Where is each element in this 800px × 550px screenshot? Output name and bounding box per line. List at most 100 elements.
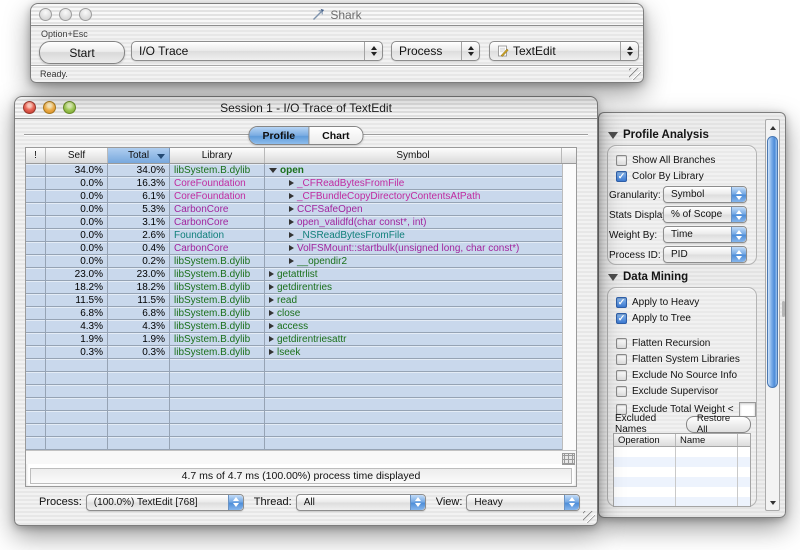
table-row[interactable]	[26, 411, 562, 424]
checked-checkbox[interactable]	[616, 171, 627, 182]
table-row[interactable]: 1.9% 1.9% libSystem.B.dylib getdirentriesat…	[26, 333, 562, 346]
tab-chart[interactable]: Chart	[309, 127, 363, 144]
close-button[interactable]	[23, 101, 36, 114]
drawer-popup[interactable]: % of Scope	[663, 206, 747, 223]
scroll-up-arrow[interactable]	[766, 121, 779, 134]
data-mining-header[interactable]: Data Mining	[608, 271, 688, 283]
table-row[interactable]	[26, 437, 562, 450]
disclosure-down-icon[interactable]	[608, 131, 618, 139]
popup-label: Stats Display:	[609, 209, 671, 221]
disclosure-triangle-icon[interactable]	[289, 232, 294, 238]
minimize-button[interactable]	[43, 101, 56, 114]
table-row[interactable]: 18.2% 18.2% libSystem.B.dylib getdirentries	[26, 281, 562, 294]
symbol-column-header[interactable]: Symbol	[265, 148, 562, 163]
disclosure-triangle-icon[interactable]	[269, 271, 274, 277]
checked-checkbox[interactable]	[616, 297, 627, 308]
table-row[interactable]: 0.0% 16.3% CoreFoundation _CFReadBytesFromF…	[26, 177, 562, 190]
popup-stepper-icon	[227, 494, 243, 510]
unchecked-checkbox[interactable]	[616, 370, 627, 381]
table-row[interactable]: 0.0% 2.6% Foundation _NSReadBytesFromFile	[26, 229, 562, 242]
checkbox-row: Color By Library	[616, 171, 756, 182]
table-row[interactable]: 11.5% 11.5% libSystem.B.dylib read	[26, 294, 562, 307]
disclosure-triangle-icon[interactable]	[269, 310, 274, 316]
table-row[interactable]	[26, 424, 562, 437]
total-column-header[interactable]: Total	[108, 148, 170, 163]
vertical-scrollbar-track[interactable]	[562, 164, 576, 450]
thread-popup[interactable]: All	[295, 493, 426, 511]
table-row[interactable]: 0.3% 0.3% libSystem.B.dylib lseek	[26, 346, 562, 359]
disclosure-triangle-icon[interactable]	[289, 193, 294, 199]
zoom-button[interactable]	[79, 8, 92, 21]
symbol-label: getdirentriesattr	[277, 333, 347, 345]
zoom-button[interactable]	[63, 101, 76, 114]
scroll-down-arrow[interactable]	[766, 496, 779, 509]
disclosure-triangle-icon[interactable]	[289, 245, 294, 251]
config-popup[interactable]: I/O Trace	[131, 41, 383, 61]
shark-titlebar[interactable]: Shark	[31, 4, 643, 26]
target-popup[interactable]: Process	[391, 41, 480, 61]
restore-all-button[interactable]: Restore All	[685, 413, 751, 435]
symbol-label: getattrlist	[277, 268, 318, 280]
operation-column-header[interactable]: Operation	[614, 434, 676, 446]
minimize-button[interactable]	[59, 8, 72, 21]
table-row[interactable]	[26, 385, 562, 398]
table-row[interactable]: 34.0% 34.0% libSystem.B.dylib open	[26, 164, 562, 177]
process-select-popup[interactable]: TextEdit	[489, 41, 639, 61]
shark-harpoon-icon	[313, 8, 325, 20]
table-row[interactable]	[26, 359, 562, 372]
self-cell: 0.3%	[46, 346, 108, 358]
profile-analysis-header[interactable]: Profile Analysis	[608, 129, 709, 141]
disclosure-triangle-icon[interactable]	[289, 219, 294, 225]
disclosure-triangle-icon[interactable]	[269, 349, 274, 355]
unchecked-checkbox[interactable]	[616, 155, 627, 166]
checked-checkbox[interactable]	[616, 313, 627, 324]
flag-column-header[interactable]: !	[26, 148, 46, 163]
resize-grip[interactable]	[629, 68, 641, 80]
disclosure-triangle-icon[interactable]	[269, 284, 274, 290]
drawer-popup[interactable]: PID	[663, 246, 747, 263]
popup-stepper-icon	[364, 42, 382, 60]
disclosure-triangle-icon[interactable]	[269, 297, 274, 303]
table-row[interactable]: 0.0% 3.1% CarbonCore open_validfd(char cons…	[26, 216, 562, 229]
symbol-cell: VolFSMount::startbulk(unsigned long, cha…	[265, 242, 562, 254]
start-button[interactable]: Start	[39, 41, 125, 64]
table-row[interactable]: 0.0% 0.4% CarbonCore VolFSMount::startbulk(…	[26, 242, 562, 255]
view-popup[interactable]: Heavy	[466, 493, 581, 511]
close-button[interactable]	[39, 8, 52, 21]
library-column-header[interactable]: Library	[170, 148, 265, 163]
flag-cell	[26, 411, 46, 423]
table-row[interactable]	[26, 398, 562, 411]
drawer-popup[interactable]: Time	[663, 226, 747, 243]
resize-grip[interactable]	[583, 511, 595, 523]
symbol-cell	[265, 398, 562, 410]
drawer-resize-handle[interactable]	[782, 301, 785, 317]
table-row[interactable]: 0.0% 0.2% libSystem.B.dylib __opendir2	[26, 255, 562, 268]
table-row[interactable]: 4.3% 4.3% libSystem.B.dylib access	[26, 320, 562, 333]
name-column-header[interactable]: Name	[676, 434, 738, 446]
process-popup[interactable]: (100.0%) TextEdit [768]	[85, 493, 244, 511]
excluded-names-table[interactable]: Operation Name	[613, 433, 751, 507]
table-row[interactable]: 0.0% 5.3% CarbonCore CCFSafeOpen	[26, 203, 562, 216]
unchecked-checkbox[interactable]	[616, 354, 627, 365]
disclosure-triangle-icon[interactable]	[269, 323, 274, 329]
disclosure-triangle-icon[interactable]	[269, 167, 277, 173]
unchecked-checkbox[interactable]	[616, 338, 627, 349]
drawer-scrollbar[interactable]	[765, 119, 780, 511]
disclosure-triangle-icon[interactable]	[289, 206, 294, 212]
horizontal-scrollbar-track[interactable]	[26, 450, 576, 465]
table-row[interactable]	[26, 372, 562, 385]
disclosure-triangle-icon[interactable]	[289, 180, 294, 186]
tab-profile[interactable]: Profile	[249, 127, 310, 144]
table-row[interactable]: 0.0% 6.1% CoreFoundation _CFBundleCopyDirec…	[26, 190, 562, 203]
scroller-grid-icon[interactable]	[562, 453, 575, 465]
table-row[interactable]: 23.0% 23.0% libSystem.B.dylib getattrlist	[26, 268, 562, 281]
disclosure-triangle-icon[interactable]	[289, 258, 294, 264]
unchecked-checkbox[interactable]	[616, 386, 627, 397]
self-column-header[interactable]: Self	[46, 148, 108, 163]
disclosure-down-icon[interactable]	[608, 273, 618, 281]
session-titlebar[interactable]: Session 1 - I/O Trace of TextEdit	[15, 97, 597, 119]
drawer-popup[interactable]: Symbol	[663, 186, 747, 203]
scrollbar-thumb[interactable]	[767, 136, 778, 388]
disclosure-triangle-icon[interactable]	[269, 336, 274, 342]
table-row[interactable]: 6.8% 6.8% libSystem.B.dylib close	[26, 307, 562, 320]
